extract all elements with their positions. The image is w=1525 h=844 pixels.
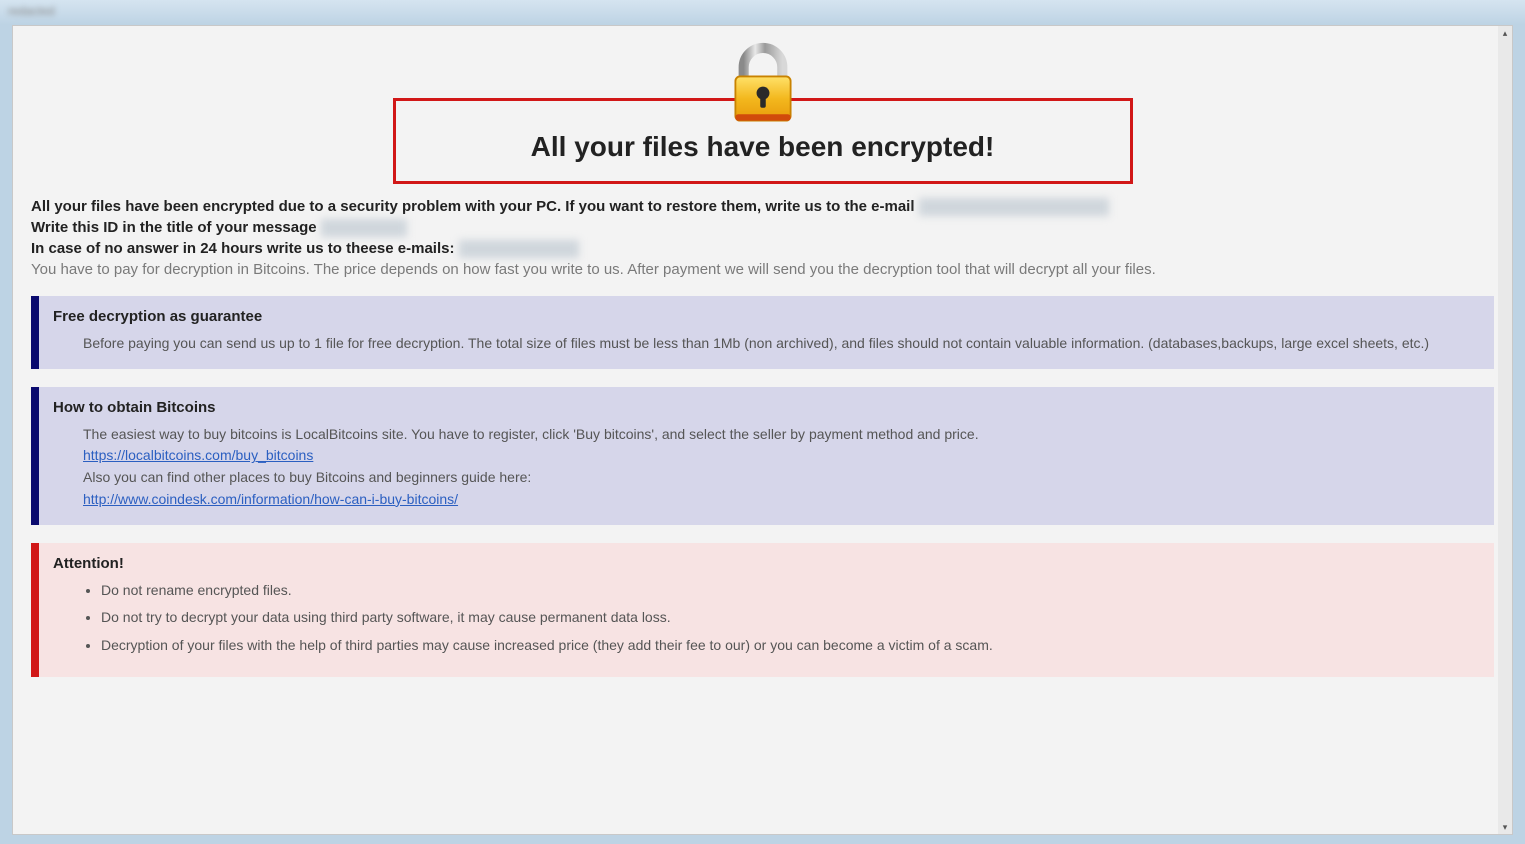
window-title: redacted <box>8 4 55 18</box>
list-item: Do not rename encrypted files. <box>101 580 1480 602</box>
scroll-down-arrow-icon[interactable]: ▾ <box>1498 820 1512 834</box>
panel-attention-title: Attention! <box>53 555 1480 572</box>
panel-guarantee: Free decryption as guarantee Before payi… <box>31 296 1494 369</box>
redacted-id: xxxxxxx <box>321 219 407 237</box>
bitcoin-link-1[interactable]: https://localbitcoins.com/buy_bitcoins <box>83 447 313 463</box>
main-title: All your files have been encrypted! <box>396 131 1130 163</box>
panel-attention: Attention! Do not rename encrypted files… <box>31 543 1494 677</box>
window-titlebar: redacted <box>0 0 1525 25</box>
panel-bitcoin-title: How to obtain Bitcoins <box>53 399 1480 416</box>
ransom-note-panel: ▴ ▾ All your files have been encrypted! <box>12 25 1513 835</box>
panel-bitcoin: How to obtain Bitcoins The easiest way t… <box>31 387 1494 525</box>
scrollbar[interactable]: ▴ ▾ <box>1498 26 1512 834</box>
bitcoin-link-2[interactable]: http://www.coindesk.com/information/how-… <box>83 491 458 507</box>
panel-guarantee-title: Free decryption as guarantee <box>53 308 1480 325</box>
intro-block: All your files have been encrypted due t… <box>31 198 1494 278</box>
redacted-email: xxxxxxxxxxxxxx <box>919 198 1109 216</box>
intro-line-2: Write this ID in the title of your messa… <box>31 219 317 236</box>
header: All your files have been encrypted! <box>31 36 1494 184</box>
intro-line-4: You have to pay for decryption in Bitcoi… <box>31 261 1494 278</box>
redacted-email-2: xxxxxxxxxx <box>459 240 579 258</box>
intro-line-3: In case of no answer in 24 hours write u… <box>31 240 454 257</box>
scroll-up-arrow-icon[interactable]: ▴ <box>1498 26 1512 40</box>
lock-icon <box>717 36 809 128</box>
bitcoin-line-1: The easiest way to buy bitcoins is Local… <box>83 424 1480 446</box>
attention-list: Do not rename encrypted files. Do not tr… <box>83 580 1480 657</box>
panel-guarantee-body: Before paying you can send us up to 1 fi… <box>53 333 1480 355</box>
intro-line-1: All your files have been encrypted due t… <box>31 198 915 215</box>
list-item: Do not try to decrypt your data using th… <box>101 607 1480 629</box>
list-item: Decryption of your files with the help o… <box>101 635 1480 657</box>
bitcoin-line-2: Also you can find other places to buy Bi… <box>83 467 1480 489</box>
